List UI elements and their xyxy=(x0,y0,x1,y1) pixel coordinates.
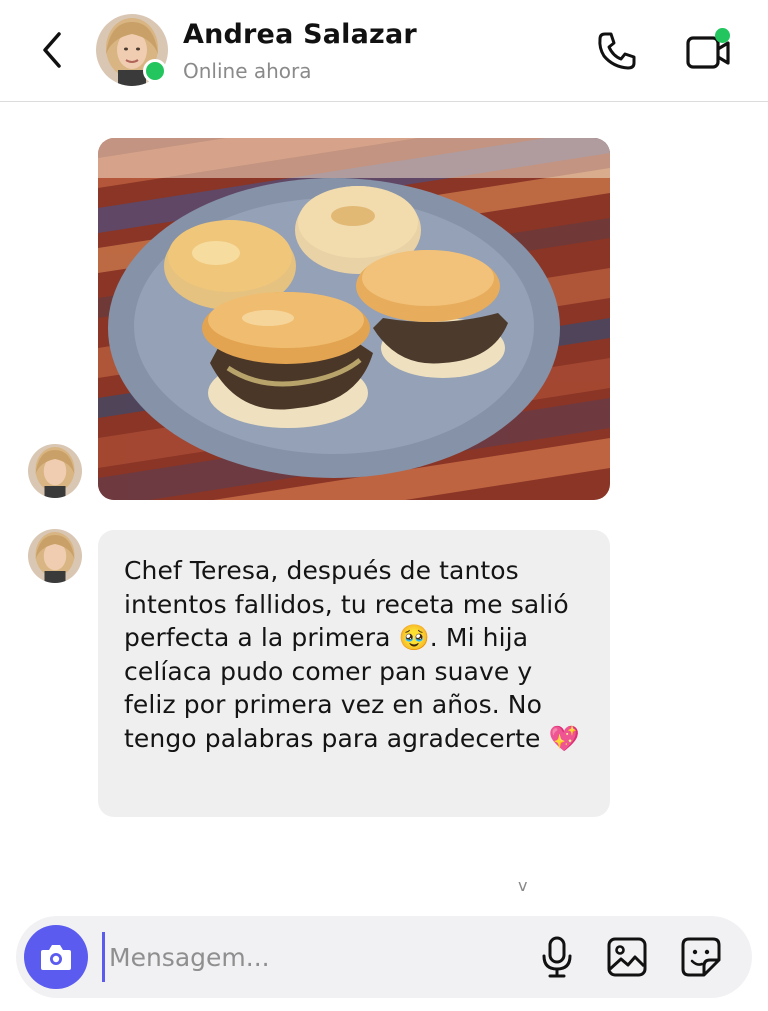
chat-header: Andrea Salazar Online ahora xyxy=(0,0,768,102)
contact-status: Online ahora xyxy=(183,59,312,83)
microphone-button[interactable] xyxy=(532,932,582,982)
message-input[interactable] xyxy=(102,932,502,982)
chevron-left-icon xyxy=(43,32,61,68)
online-indicator xyxy=(143,59,167,83)
gallery-button[interactable] xyxy=(602,932,652,982)
back-button[interactable] xyxy=(30,26,74,74)
sender-avatar[interactable] xyxy=(28,444,82,498)
scroll-down-indicator[interactable]: v xyxy=(518,876,527,895)
text-message-bubble[interactable]: Chef Teresa, después de tantos intentos … xyxy=(98,530,610,817)
message-text: Chef Teresa, después de tantos intentos … xyxy=(124,556,580,753)
camera-icon xyxy=(41,945,71,970)
microphone-icon xyxy=(542,936,572,978)
sticker-icon xyxy=(681,937,721,977)
sender-avatar[interactable] xyxy=(28,529,82,583)
contact-name[interactable]: Andrea Salazar xyxy=(183,19,417,50)
image-icon xyxy=(607,937,647,977)
photo-message[interactable] xyxy=(98,138,610,500)
call-button[interactable] xyxy=(592,26,642,76)
video-status-dot xyxy=(715,28,730,43)
arepas-photo xyxy=(98,138,610,500)
phone-icon xyxy=(598,32,636,70)
sticker-button[interactable] xyxy=(676,932,726,982)
camera-button[interactable] xyxy=(24,925,88,989)
